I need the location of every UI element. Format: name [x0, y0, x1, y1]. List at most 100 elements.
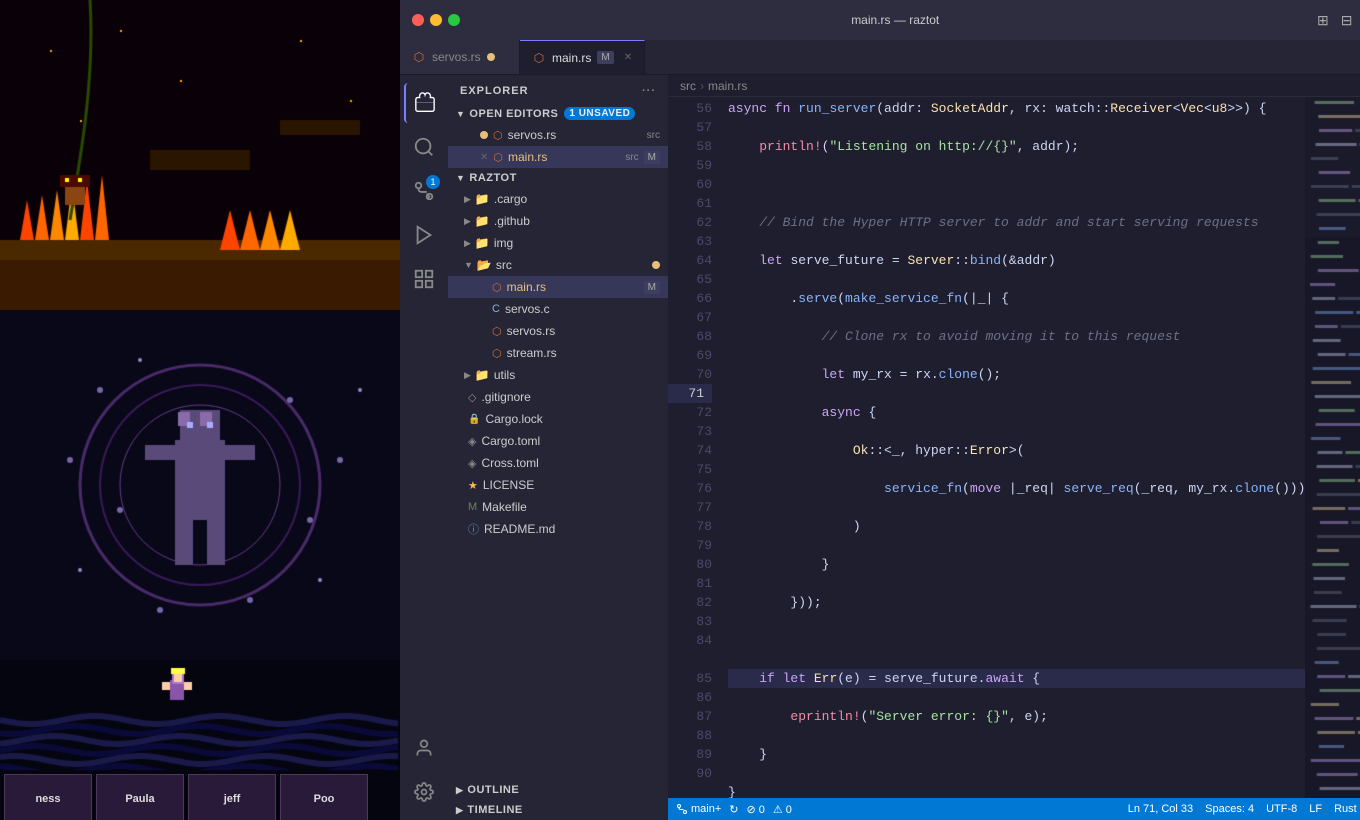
tab-servos[interactable]: ⬡ servos.rs	[400, 40, 520, 74]
servos-rs-icon: ⬡	[492, 325, 502, 338]
tab-main-name: main.rs	[552, 51, 591, 65]
maximize-button[interactable]	[448, 14, 460, 26]
cargo-toml-icon: ◈	[468, 435, 476, 448]
title-actions: ⊞ ⊟ ···	[1317, 12, 1360, 29]
split-icon[interactable]: ⊟	[1341, 12, 1353, 29]
file-cargo-lock[interactable]: 🔒 Cargo.lock	[448, 408, 668, 430]
folder-utils-icon: 📁	[475, 368, 490, 382]
activity-extensions[interactable]	[404, 259, 444, 299]
vscode-window: main.rs — raztot ⊞ ⊟ ··· ⬡ servos.rs ⬡ m…	[400, 0, 1360, 820]
open-editors-section[interactable]: ▼ OPEN EDITORS 1 UNSAVED	[448, 103, 668, 124]
activity-search[interactable]	[404, 127, 444, 167]
language-mode[interactable]: Rust	[1334, 803, 1357, 815]
open-editor-main-name: main.rs	[508, 150, 620, 164]
rust-icon-main: ⬡	[532, 51, 546, 65]
outline-section[interactable]: ▶ OUTLINE	[448, 780, 668, 800]
stream-rs-icon: ⬡	[492, 347, 502, 360]
activity-account[interactable]	[404, 728, 444, 768]
unsaved-dot	[480, 131, 488, 139]
raztot-section[interactable]: ▼ RAZTOT	[448, 168, 668, 188]
git-branch[interactable]: main+	[676, 803, 721, 815]
rust-icon: ⬡	[412, 50, 426, 64]
file-cross-toml[interactable]: ◈ Cross.toml	[448, 452, 668, 474]
char-paula: Paula	[96, 774, 184, 820]
char-jeff: jeff	[188, 774, 276, 820]
activity-settings[interactable]	[404, 772, 444, 812]
activity-source-control[interactable]: 1	[404, 171, 444, 211]
char-ness: ness	[4, 774, 92, 820]
encoding[interactable]: UTF-8	[1266, 803, 1297, 815]
status-bar: main+ ↻ ⊘ 0 ⚠ 0 Ln 71, Col 33 Spaces: 4 …	[668, 798, 1360, 820]
folder-utils[interactable]: ▶ 📁 utils	[448, 364, 668, 386]
file-cargo-toml[interactable]: ◈ Cargo.toml	[448, 430, 668, 452]
timeline-chevron: ▶	[456, 805, 463, 816]
open-editors-chevron: ▼	[456, 109, 465, 119]
character-bar: ness Paula jeff Poo	[0, 770, 400, 820]
cursor-position[interactable]: Ln 71, Col 33	[1128, 803, 1193, 815]
github-chevron: ▶	[464, 216, 471, 227]
window-title: main.rs — raztot	[851, 13, 939, 27]
minimize-button[interactable]	[430, 14, 442, 26]
file-readme[interactable]: ⓘ README.md	[448, 518, 668, 540]
warnings-indicator[interactable]: ⚠ 0	[773, 803, 792, 816]
char-poo: Poo	[280, 774, 368, 820]
layout-icon[interactable]: ⊞	[1317, 12, 1329, 29]
folder-img[interactable]: ▶ 📁 img	[448, 232, 668, 254]
cargo-lock-name: Cargo.lock	[485, 412, 660, 426]
readme-name: README.md	[484, 522, 660, 536]
file-makefile[interactable]: M Makefile	[448, 496, 668, 518]
cargo-lock-icon: 🔒	[468, 414, 480, 425]
sidebar: EXPLORER ··· ▼ OPEN EDITORS 1 UNSAVED ⬡ …	[448, 75, 668, 820]
gitignore-name: .gitignore	[481, 390, 660, 404]
open-editor-servos[interactable]: ⬡ servos.rs src	[448, 124, 668, 146]
activity-debug[interactable]	[404, 215, 444, 255]
file-servos-rs[interactable]: ⬡ servos.rs	[448, 320, 668, 342]
code-editor[interactable]: 5657585960 6162636465 6667686970 71 7273…	[668, 97, 1360, 798]
game-top-scene	[0, 0, 400, 310]
folder-img-icon: 📁	[475, 236, 490, 250]
open-editor-main[interactable]: ✕ ⬡ main.rs src M	[448, 146, 668, 168]
tab-close-button[interactable]: ✕	[624, 52, 632, 63]
src-chevron: ▼	[464, 260, 473, 270]
sync-button[interactable]: ↻	[729, 803, 738, 816]
cargo-chevron: ▶	[464, 194, 471, 205]
errors-indicator[interactable]: ⊘ 0	[747, 803, 765, 816]
license-icon: ★	[468, 479, 478, 492]
status-left: main+ ↻ ⊘ 0 ⚠ 0	[676, 803, 792, 816]
timeline-section[interactable]: ▶ TIMELINE	[448, 800, 668, 820]
folder-github[interactable]: ▶ 📁 .github	[448, 210, 668, 232]
file-servos-c[interactable]: C servos.c	[448, 298, 668, 320]
close-editor-icon[interactable]: ✕	[480, 152, 488, 163]
open-editors-label: OPEN EDITORS	[469, 108, 558, 120]
main-rs-icon: ⬡	[492, 281, 502, 294]
open-editors-badge: 1 UNSAVED	[564, 107, 635, 120]
breadcrumb-src: src	[680, 79, 696, 93]
file-license[interactable]: ★ LICENSE	[448, 474, 668, 496]
file-gitignore[interactable]: ◇ .gitignore	[448, 386, 668, 408]
open-editor-main-badge: M	[644, 151, 660, 164]
code-content[interactable]: async fn run_server(addr: SocketAddr, rx…	[720, 97, 1305, 798]
close-button[interactable]	[412, 14, 424, 26]
indentation[interactable]: Spaces: 4	[1205, 803, 1254, 815]
sidebar-more-icon[interactable]: ···	[642, 85, 656, 97]
line-ending[interactable]: LF	[1309, 803, 1322, 815]
activity-bottom	[404, 728, 444, 820]
makefile-name: Makefile	[482, 500, 660, 514]
tab-main[interactable]: ⬡ main.rs M ✕	[520, 40, 645, 74]
license-name: LICENSE	[483, 478, 660, 492]
activity-explorer[interactable]	[404, 83, 444, 123]
game-bottom-scene: ness Paula jeff Poo	[0, 660, 400, 820]
src-modified-dot	[652, 261, 660, 269]
main-rs-badge: M	[644, 281, 660, 294]
outline-chevron: ▶	[456, 785, 463, 796]
folder-cargo[interactable]: ▶ 📁 .cargo	[448, 188, 668, 210]
breadcrumb-sep: ›	[700, 79, 704, 93]
main-content: 1 EXPLORER ···	[400, 75, 1360, 820]
folder-src[interactable]: ▼ 📂 src	[448, 254, 668, 276]
cross-toml-icon: ◈	[468, 457, 476, 470]
file-stream-rs[interactable]: ⬡ stream.rs	[448, 342, 668, 364]
git-branch-name: main+	[691, 803, 721, 815]
outline-label: OUTLINE	[467, 784, 519, 796]
file-main-rs[interactable]: ⬡ main.rs M	[448, 276, 668, 298]
timeline-label: TIMELINE	[467, 804, 522, 816]
